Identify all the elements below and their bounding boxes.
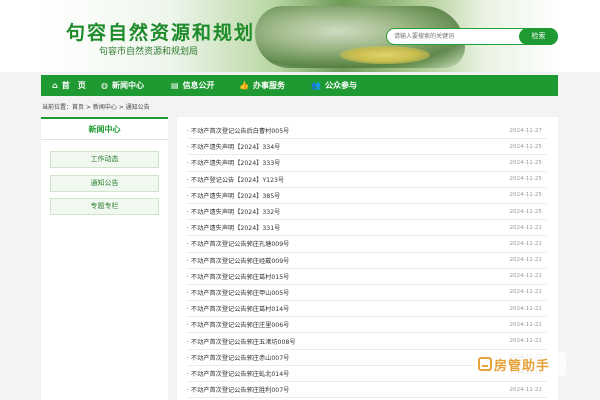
list-item-date: 2024-11-25 <box>509 192 542 199</box>
list-item[interactable]: · 不动产首次登记公告郭庄五渚坊008号 2024-11-22 <box>187 333 547 350</box>
list-item-date: 2024-11-22 <box>509 289 542 296</box>
list-item[interactable]: · 不动产首次登记公告郭庄孔塘009号 2024-11-22 <box>187 236 547 253</box>
main-nav: ⌂ 首 页 ◍ 新闻中心 ▤ 信息公开 👍 办事服务 👥 公众参与 <box>41 75 558 96</box>
nav-info-disclosure[interactable]: ▤ 信息公开 <box>171 75 239 96</box>
watermark: 房管助手 <box>474 352 566 376</box>
nav-services-label: 办事服务 <box>252 81 285 90</box>
people-icon: 👥 <box>311 81 321 90</box>
nav-public-label: 公众参与 <box>324 81 357 90</box>
list-item-title[interactable]: · 不动产首次登记公告郭庄赤山007号 <box>187 353 289 362</box>
list-item[interactable]: · 不动产遗失声明【2024】333号 2024-11-25 <box>187 155 547 172</box>
sidebar-item-notices[interactable]: 通知公告 <box>50 175 159 192</box>
list-item[interactable]: · 不动产首次登记公告郭庄胜利007号 2024-11-22 <box>187 382 547 399</box>
site-title[interactable]: 句容自然资源和规划 <box>66 18 255 45</box>
list-item[interactable]: · 不动产首次登记公告郭庄经戴009号 2024-11-22 <box>187 253 547 269</box>
list-item[interactable]: · 不动产首次登记公告郭庄庄里006号 2024-11-22 <box>187 317 547 334</box>
list-item[interactable]: · 不动产遗失声明【2024】385号 2024-11-25 <box>187 188 547 204</box>
list-item-title[interactable]: · 不动产遗失声明【2024】334号 <box>187 142 280 151</box>
list-item[interactable]: · 不动产首次登记公告后白曹村005号 2024-11-27 <box>187 123 547 140</box>
list-item[interactable]: · 不动产登记公告【2024】Y123号 2024-11-25 <box>187 172 547 188</box>
site-subtitle: 句容市自然资源和规划局 <box>99 47 199 57</box>
list-item-title[interactable]: · 不动产首次登记公告郭庄葛村014号 <box>187 304 289 313</box>
list-item-title[interactable]: · 不动产首次登记公告郭庄经戴009号 <box>187 256 289 265</box>
nav-services[interactable]: 👍 办事服务 <box>239 75 311 96</box>
list-item-title[interactable]: · 不动产首次登记公告郭庄甲山005号 <box>187 288 289 297</box>
list-item-date: 2024-11-25 <box>509 176 542 183</box>
list-item[interactable]: · 不动产遗失声明【2024】332号 2024-11-25 <box>187 204 547 221</box>
list-item-date: 2024-11-22 <box>509 224 542 231</box>
list-item-title[interactable]: · 不动产首次登记公告郭庄葛村015号 <box>187 272 289 281</box>
sidebar-item-work-news[interactable]: 工作动态 <box>50 151 159 168</box>
home-icon: ⌂ <box>52 81 58 90</box>
list-item[interactable]: · 不动产遗失声明【2024】331号 2024-11-22 <box>187 220 547 237</box>
list-item-title[interactable]: · 不动产首次登记公告郭庄虬北014号 <box>187 369 289 378</box>
nav-news-label: 新闻中心 <box>111 81 144 90</box>
globe-icon: ◍ <box>101 81 108 90</box>
list-item-title[interactable]: · 不动产遗失声明【2024】332号 <box>187 207 280 216</box>
list-item-date: 2024-11-25 <box>509 143 542 150</box>
breadcrumb: 当前位置：首页 > 新闻中心 > 通知公告 <box>42 104 150 111</box>
chat-icon <box>478 357 492 371</box>
list-item-date: 2024-11-22 <box>509 257 542 264</box>
nav-public-participation[interactable]: 👥 公众参与 <box>311 75 381 96</box>
list-item-date: 2024-11-25 <box>509 208 542 215</box>
list-item[interactable]: · 不动产首次登记公告郭庄葛村015号 2024-11-22 <box>187 269 547 285</box>
list-item-title[interactable]: · 不动产首次登记公告郭庄胜利007号 <box>187 385 289 394</box>
list-item-date: 2024-11-22 <box>509 386 542 393</box>
list-item-date: 2024-11-22 <box>509 240 542 247</box>
sidebar-title: 新闻中心 <box>41 119 168 140</box>
list-item-title[interactable]: · 不动产登记公告【2024】Y123号 <box>187 175 284 184</box>
list-item-title[interactable]: · 不动产首次登记公告郭庄孔塘009号 <box>187 239 289 248</box>
nav-news-center[interactable]: ◍ 新闻中心 <box>101 75 171 96</box>
list-item-title[interactable]: · 不动产遗失声明【2024】331号 <box>187 223 280 232</box>
list-item-date: 2024-11-25 <box>509 159 542 166</box>
list-item[interactable]: · 不动产首次登记公告郭庄甲山005号 2024-11-22 <box>187 285 547 302</box>
list-item-title[interactable]: · 不动产遗失声明【2024】333号 <box>187 158 280 167</box>
site-header: 句容自然资源和规划 句容市自然资源和规划局 检索 <box>0 0 600 72</box>
list-item-title[interactable]: · 不动产首次登记公告后白曹村005号 <box>187 126 289 135</box>
nav-home[interactable]: ⌂ 首 页 <box>41 75 101 96</box>
list-item-title[interactable]: · 不动产首次登记公告郭庄庄里006号 <box>187 320 289 329</box>
list-item[interactable]: · 不动产遗失声明【2024】334号 2024-11-25 <box>187 139 547 156</box>
list-item[interactable]: · 不动产首次登记公告郭庄葛村014号 2024-11-22 <box>187 301 547 318</box>
list-item-title[interactable]: · 不动产首次登记公告郭庄五渚坊008号 <box>187 337 296 346</box>
search-button[interactable]: 检索 <box>519 28 558 45</box>
search-input[interactable] <box>390 29 518 44</box>
sidebar: 新闻中心 工作动态 通知公告 专题专栏 <box>41 117 168 400</box>
list-item-date: 2024-11-22 <box>509 321 542 328</box>
list-item-date: 2024-11-22 <box>509 273 542 280</box>
document-icon: ▤ <box>171 81 179 90</box>
list-item-date: 2024-11-22 <box>509 305 542 312</box>
list-item-date: 2024-11-27 <box>509 127 542 134</box>
thumbs-up-icon: 👍 <box>239 81 249 90</box>
nav-info-label: 信息公开 <box>182 81 215 90</box>
nav-home-label: 首 页 <box>61 81 86 90</box>
list-item-title[interactable]: · 不动产遗失声明【2024】385号 <box>187 191 280 200</box>
list-item-date: 2024-11-22 <box>509 338 542 345</box>
rapeseed-field <box>340 46 430 64</box>
watermark-text: 房管助手 <box>494 358 551 374</box>
sidebar-item-special-topics[interactable]: 专题专栏 <box>50 198 159 215</box>
